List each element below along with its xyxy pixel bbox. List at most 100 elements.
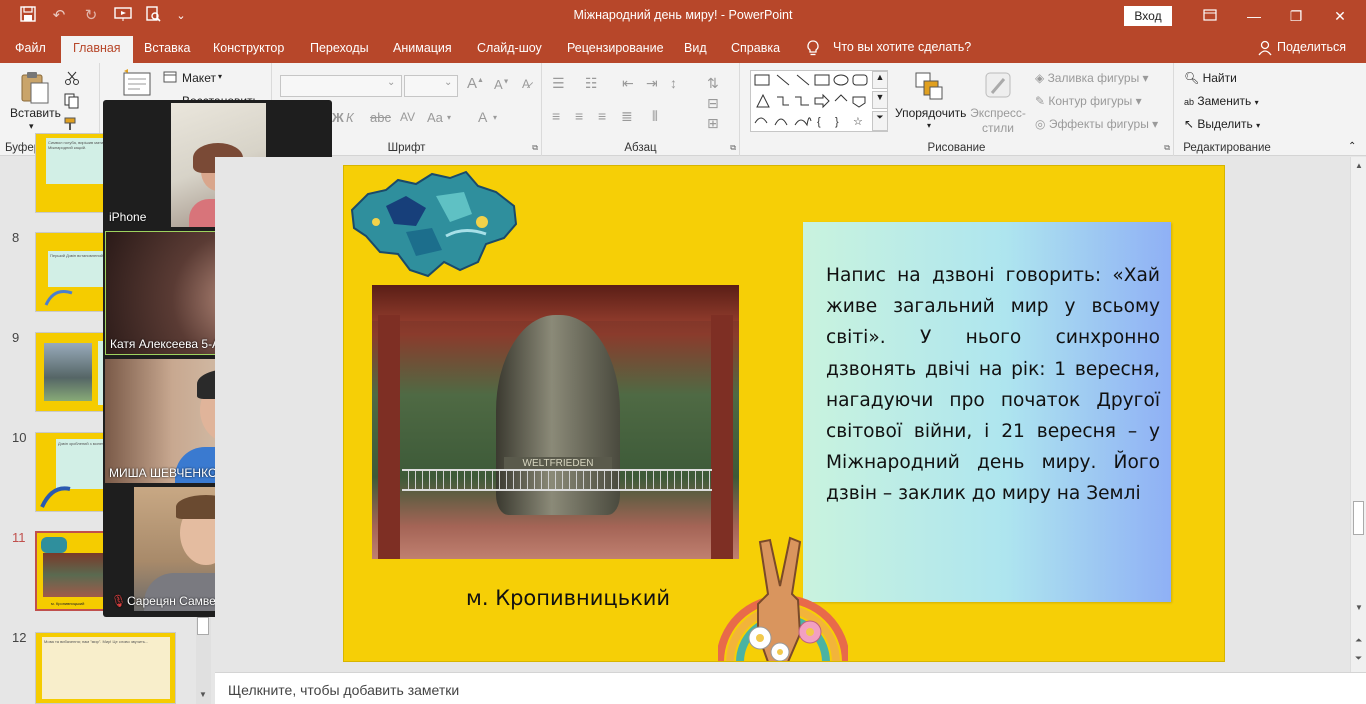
restore-button[interactable]: ❐ [1276,4,1316,28]
shape-effects-label: Эффекты фигуры [1048,117,1149,131]
signin-button[interactable]: Вход [1124,6,1172,26]
share-button[interactable]: Поделиться [1277,40,1346,54]
text-card[interactable]: Напис на дзвоні говорить: «Хай живе зага… [803,222,1171,602]
slide-canvas[interactable]: WELTFRIEDEN Напис на дзвоні говорить: «Х… [343,165,1225,662]
paragraph-launcher-icon[interactable]: ⧉ [730,143,736,153]
thumb-11-map [41,537,67,553]
find-button[interactable]: 🔍︎ Найти [1184,71,1237,85]
tab-file[interactable]: Файл [15,41,46,55]
layout-icon[interactable] [163,71,177,86]
slide-thumbnail-12[interactable]: Мова та вибачення; нам "мир". Мир! Це сл… [35,632,176,704]
shape-outline-button[interactable]: ✎ Контур фигуры ▾ [1035,94,1142,108]
slide-caption[interactable]: м. Кропивницький [466,586,670,610]
shape-fill-button[interactable]: ◈ Заливка фигуры ▾ [1035,71,1149,85]
shrink-font-icon[interactable]: A▼ [494,77,510,92]
font-size-dropdown-icon[interactable]: ⌄ [444,77,452,88]
tab-home[interactable]: Главная [61,36,133,63]
font-color-button[interactable]: A [478,109,487,125]
shapes-scroll-down-icon[interactable]: ▼ [872,91,888,109]
close-button[interactable]: ✕ [1320,4,1360,28]
editor-scroll-thumb[interactable] [1353,501,1364,535]
ribbon-display-options-icon[interactable] [1190,4,1230,28]
drawing-launcher-icon[interactable]: ⧉ [1164,143,1170,153]
align-left-button[interactable]: ≡ [552,108,560,124]
thumb-11-photo [43,553,103,597]
arrange-icon[interactable] [914,71,944,104]
italic-button[interactable]: К [346,110,354,125]
drawing-group-label: Рисование [927,142,986,154]
paste-label[interactable]: Вставить [10,106,61,120]
select-button[interactable]: ↖ Выделить ▾ [1184,117,1260,131]
grow-font-icon[interactable]: A▲ [467,75,484,92]
slide-body-text[interactable]: Напис на дзвоні говорить: «Хай живе зага… [826,260,1160,510]
layout-button[interactable]: Макет [182,71,216,85]
thumb-12-text: Мова та вибачення; нам "мир". Мир! Це сл… [42,637,170,699]
align-text-button[interactable]: ⊟ [707,95,719,112]
quick-styles-button[interactable]: Экспресс-стили [970,106,1026,136]
editor-scroll-down-icon[interactable]: ▼ [1355,603,1363,612]
thumb-9-photo [44,343,92,401]
columns-button[interactable]: ⫴ [652,108,658,125]
muted-mic-icon: 🎙︎ [111,594,127,608]
tab-animations[interactable]: Анимация [393,41,452,55]
align-center-button[interactable]: ≡ [575,108,583,124]
numbering-button[interactable]: ☷ [585,75,598,92]
paste-dropdown-icon[interactable]: ▾ [29,121,34,132]
align-right-button[interactable]: ≡ [598,108,606,124]
editor-scroll-up-icon[interactable]: ▲ [1355,161,1363,170]
font-name-input[interactable] [280,75,402,97]
thumbnails-scroll-thumb[interactable] [197,617,209,635]
tab-view[interactable]: Вид [684,41,707,55]
find-label: Найти [1202,71,1237,85]
paragraph-group-label: Абзац [624,142,657,154]
shapes-scroll-up-icon[interactable]: ▲ [872,71,888,89]
notes-placeholder[interactable]: Щелкните, чтобы добавить заметки [228,682,459,698]
line-spacing-button[interactable]: ↕ [670,75,677,91]
smartart-button[interactable]: ⊞ [707,115,719,132]
group-drawing: {} ☆ ▲ ▼ ⏷ Упорядочить ▾ Экспресс-стили ◈… [740,63,1174,156]
char-spacing-button[interactable]: AV [400,110,415,124]
next-slide-icon[interactable]: ⏷ [1355,653,1362,664]
title-bar: ↶ ↻ ⌄ Міжнародний день миру! - PowerPoin… [0,0,1366,33]
font-name-dropdown-icon[interactable]: ⌄ [387,77,395,88]
slide-number-8: 8 [12,230,20,245]
replace-button[interactable]: ab Заменить ▾ [1184,94,1259,108]
tab-transitions[interactable]: Переходы [310,41,369,55]
minimize-button[interactable]: — [1234,4,1274,28]
shape-effects-button[interactable]: ◎ Эффекты фигуры ▾ [1035,117,1158,131]
editing-group-label: Редактирование [1183,142,1271,154]
text-direction-button[interactable]: ⇅ [707,75,719,92]
peace-hand-illustration [718,536,848,661]
tab-design[interactable]: Конструктор [213,41,284,55]
increase-indent-button[interactable]: ⇥ [646,75,658,92]
clear-format-icon[interactable]: A̷ [522,77,530,91]
quick-styles-icon[interactable] [984,71,1014,104]
copy-icon[interactable] [64,93,82,112]
collapse-ribbon-icon[interactable]: ⌃ [1348,141,1356,152]
cut-icon[interactable] [64,70,80,89]
shapes-gallery[interactable]: {} ☆ [750,70,888,132]
share-person-icon[interactable] [1258,40,1272,59]
bold-button[interactable]: Ж [332,110,344,125]
tab-insert[interactable]: Вставка [144,41,190,55]
new-slide-icon[interactable] [120,69,152,100]
tab-slideshow[interactable]: Слайд-шоу [477,41,542,55]
layout-dropdown-icon[interactable]: ▾ [218,72,222,81]
participant-name-1: iPhone [109,210,147,224]
decrease-indent-button[interactable]: ⇤ [622,75,634,92]
previous-slide-icon[interactable]: ⏶ [1355,635,1362,646]
arrange-button[interactable]: Упорядочить [895,106,966,120]
editor-scrollbar[interactable]: ▲ ▼ ⏶ ⏷ [1350,157,1366,672]
paste-icon[interactable] [19,71,51,108]
font-launcher-icon[interactable]: ⧉ [532,143,538,153]
bullets-button[interactable]: ☰ [552,75,565,92]
notes-pane[interactable]: Щелкните, чтобы добавить заметки [215,672,1366,704]
tab-help[interactable]: Справка [731,41,780,55]
change-case-button[interactable]: Aa [427,110,443,125]
tell-me-search[interactable]: Что вы хотите сделать? [833,40,971,54]
tab-review[interactable]: Рецензирование [567,41,664,55]
strikethrough-button[interactable]: abc [370,110,391,125]
shapes-more-icon[interactable]: ⏷ [872,111,888,131]
thumbnails-scroll-down-icon[interactable]: ▼ [199,690,207,699]
justify-button[interactable]: ≣ [621,108,633,125]
